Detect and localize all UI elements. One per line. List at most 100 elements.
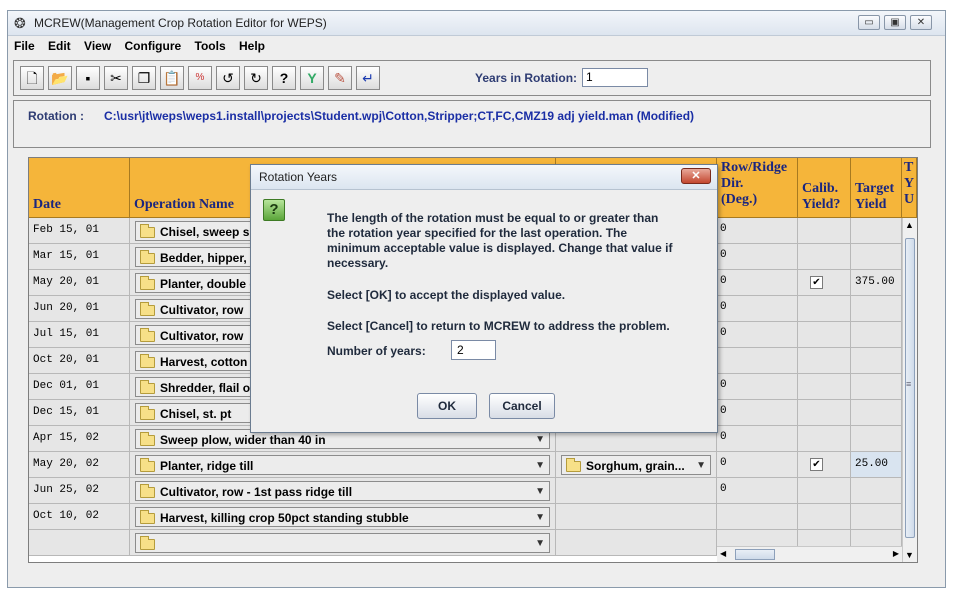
calib-yield-cell[interactable]	[798, 322, 851, 348]
target-yield-cell[interactable]	[851, 478, 902, 504]
target-yield-cell[interactable]	[851, 348, 902, 374]
operation-cell[interactable]: Harvest, killing crop 50pct standing stu…	[130, 504, 556, 530]
edit-pencil-icon[interactable]: ✎	[328, 66, 352, 90]
cut-icon[interactable]: ✂	[104, 66, 128, 90]
date-cell[interactable]: May 20, 02	[29, 452, 130, 478]
target-yield-cell[interactable]	[851, 296, 902, 322]
calib-yield-cell[interactable]: ✔	[798, 452, 851, 478]
crop-combo[interactable]: Sorghum, grain... ▼	[561, 455, 711, 475]
date-cell[interactable]: Jun 20, 01	[29, 296, 130, 322]
target-yield-cell[interactable]	[851, 218, 902, 244]
row-dir-cell[interactable]	[717, 348, 798, 374]
operation-combo[interactable]: Harvest, killing crop 50pct standing stu…	[135, 507, 550, 527]
ok-button[interactable]: OK	[417, 393, 477, 419]
header-target-yield[interactable]: Target Yield	[851, 158, 902, 218]
operation-combo[interactable]: ▼	[135, 533, 550, 553]
target-yield-cell[interactable]: 25.00 b	[851, 452, 902, 494]
date-cell[interactable]: Mar 15, 01	[29, 244, 130, 270]
calib-yield-cell[interactable]: ✔	[798, 270, 851, 296]
help-query-icon[interactable]: ?	[272, 66, 296, 90]
table-row[interactable]: May 20, 02 Planter, ridge till ▼ Sorghum, g…	[29, 452, 902, 494]
menu-file[interactable]: File	[14, 36, 35, 56]
minimize-button[interactable]: ▭	[858, 15, 880, 30]
paste-icon[interactable]: 📋	[160, 66, 184, 90]
menu-edit[interactable]: Edit	[48, 36, 71, 56]
number-of-years-input[interactable]: 2	[451, 340, 496, 360]
row-dir-cell[interactable]: 0	[717, 244, 798, 270]
save-icon[interactable]: ▪	[76, 66, 100, 90]
row-dir-cell[interactable]: 0	[717, 452, 798, 478]
date-cell[interactable]	[29, 530, 130, 556]
date-cell[interactable]: Oct 20, 01	[29, 348, 130, 374]
target-yield-cell[interactable]	[851, 504, 902, 530]
calib-yield-cell[interactable]	[798, 374, 851, 400]
date-cell[interactable]: May 20, 01	[29, 270, 130, 296]
calib-yield-cell[interactable]	[798, 296, 851, 322]
copy-icon[interactable]: ❐	[132, 66, 156, 90]
rotate-right-icon[interactable]: ↻	[244, 66, 268, 90]
scroll-down-arrow[interactable]: ▼	[905, 550, 914, 560]
scroll-left-arrow[interactable]: ◀	[720, 549, 726, 558]
calib-yield-cell[interactable]	[798, 218, 851, 244]
chevron-down-icon[interactable]: ▼	[535, 458, 545, 474]
date-cell[interactable]: Apr 15, 02	[29, 426, 130, 452]
row-dir-cell[interactable]	[717, 504, 798, 530]
header-calib-yield[interactable]: Calib. Yield?	[798, 158, 851, 218]
menu-tools[interactable]: Tools	[195, 36, 226, 56]
row-dir-cell[interactable]: 0	[717, 400, 798, 426]
operation-combo[interactable]: Planter, ridge till ▼	[135, 455, 550, 475]
filter-icon[interactable]: Y	[300, 66, 324, 90]
chevron-down-icon[interactable]: ▼	[535, 484, 545, 500]
scroll-up-arrow[interactable]: ▲	[905, 220, 914, 230]
date-cell[interactable]: Jun 25, 02	[29, 478, 130, 504]
calib-yield-cell[interactable]	[798, 348, 851, 374]
target-yield-cell[interactable]	[851, 426, 902, 452]
crop-cell[interactable]	[556, 504, 717, 530]
row-dir-cell[interactable]: 0	[717, 478, 798, 504]
crop-cell[interactable]: Sorghum, grain... ▼	[556, 452, 717, 478]
close-button[interactable]: ✕	[910, 15, 932, 30]
operation-cell[interactable]: Cultivator, row - 1st pass ridge till ▼	[130, 478, 556, 504]
date-cell[interactable]: Dec 15, 01	[29, 400, 130, 426]
chevron-down-icon[interactable]: ▼	[696, 458, 706, 474]
header-extra[interactable]: T Y U	[902, 158, 917, 218]
maximize-button[interactable]: ▣	[884, 15, 906, 30]
horizontal-scrollbar[interactable]: ◀ ▶	[717, 546, 902, 562]
operation-cell[interactable]: ▼	[130, 530, 556, 556]
calib-yield-cell[interactable]	[798, 478, 851, 504]
chevron-down-icon[interactable]: ▼	[535, 536, 545, 552]
menu-view[interactable]: View	[84, 36, 111, 56]
date-cell[interactable]: Feb 15, 01	[29, 218, 130, 244]
operation-cell[interactable]: Planter, ridge till ▼	[130, 452, 556, 478]
dialog-close-button[interactable]: ✕	[681, 168, 711, 184]
header-date[interactable]: Date	[29, 158, 130, 218]
open-icon[interactable]: 📂	[48, 66, 72, 90]
operation-combo[interactable]: Cultivator, row - 1st pass ridge till ▼	[135, 481, 550, 501]
years-in-rotation-input[interactable]: 1	[582, 68, 648, 87]
vertical-scrollbar[interactable]: ▲ ≡ ▼	[902, 218, 917, 562]
chevron-down-icon[interactable]: ▼	[535, 510, 545, 526]
date-cell[interactable]: Jul 15, 01	[29, 322, 130, 348]
table-row[interactable]: Oct 10, 02 Harvest, killing crop 50pct st…	[29, 504, 902, 530]
cancel-button[interactable]: Cancel	[489, 393, 555, 419]
target-yield-cell[interactable]	[851, 244, 902, 270]
calib-yield-cell[interactable]	[798, 504, 851, 530]
row-dir-cell[interactable]: 0	[717, 296, 798, 322]
rotate-left-icon[interactable]: ↺	[216, 66, 240, 90]
date-cell[interactable]: Dec 01, 01	[29, 374, 130, 400]
date-cell[interactable]: Oct 10, 02	[29, 504, 130, 530]
calib-yield-cell[interactable]	[798, 400, 851, 426]
row-dir-cell[interactable]: 0	[717, 374, 798, 400]
row-dir-cell[interactable]: 0	[717, 218, 798, 244]
vertical-scroll-thumb[interactable]: ≡	[905, 238, 915, 538]
target-yield-cell[interactable]: 375.00 l	[851, 270, 902, 312]
chevron-down-icon[interactable]: ▼	[535, 432, 545, 448]
scroll-right-arrow[interactable]: ▶	[893, 549, 899, 558]
parameters-icon[interactable]: %	[188, 66, 212, 90]
crop-cell[interactable]	[556, 478, 717, 504]
crop-cell[interactable]	[556, 530, 717, 556]
menu-help[interactable]: Help	[239, 36, 265, 56]
target-yield-cell[interactable]	[851, 400, 902, 426]
calib-checkbox[interactable]: ✔	[810, 458, 823, 471]
return-icon[interactable]: ↵	[356, 66, 380, 90]
